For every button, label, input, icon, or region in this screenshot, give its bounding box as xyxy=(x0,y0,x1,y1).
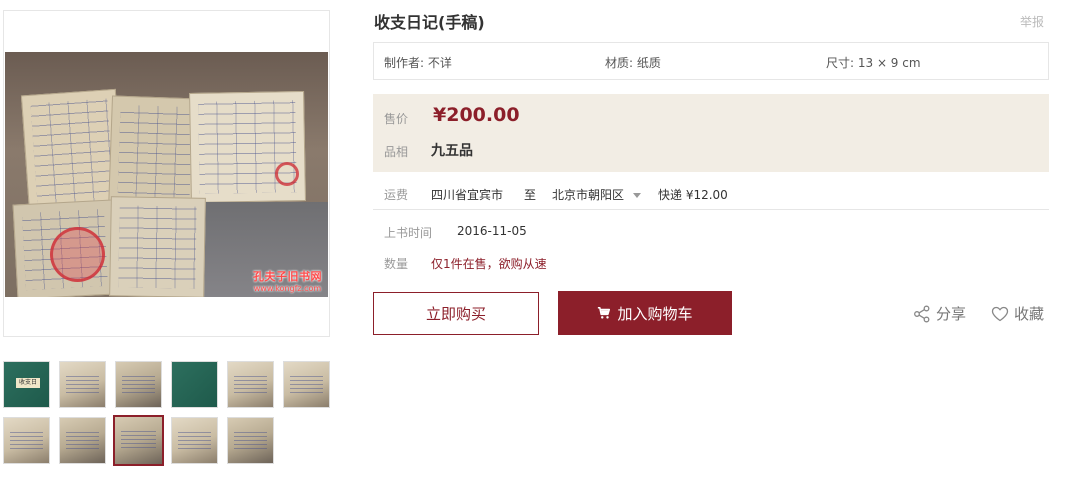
favorite-button[interactable]: 收藏 xyxy=(991,303,1044,324)
share-icon xyxy=(914,305,930,322)
ledger-page xyxy=(189,91,306,203)
share-button[interactable]: 分享 xyxy=(913,303,966,324)
shipping-row: 运费 四川省宜宾市 至 北京市朝阳区 快递 ¥12.00 xyxy=(373,184,1049,210)
shipping-label: 运费 xyxy=(384,188,409,202)
grade-value: 九五品 xyxy=(431,143,473,159)
listing-date-value: 2016-11-05 xyxy=(457,224,527,238)
add-to-cart-label: 加入购物车 xyxy=(617,304,693,323)
quantity-label: 数量 xyxy=(384,257,409,271)
share-label: 分享 xyxy=(936,305,967,323)
thumbnail[interactable] xyxy=(59,417,106,464)
thumbnail[interactable] xyxy=(171,417,218,464)
chevron-down-icon xyxy=(632,193,641,198)
thumbnail-selected[interactable] xyxy=(113,415,164,466)
ship-from: 四川省宜宾市 xyxy=(431,188,504,202)
thumbnail[interactable] xyxy=(59,361,106,408)
product-title: 收支日记(手稿) xyxy=(374,13,485,32)
attribute-maker: 制作者: 不详 xyxy=(384,56,452,70)
cart-icon xyxy=(598,306,611,319)
buy-now-button[interactable]: 立即购买 xyxy=(373,292,539,335)
ship-to-label: 至 xyxy=(524,188,537,202)
add-to-cart-button[interactable]: 加入购物车 xyxy=(558,291,732,335)
favorite-label: 收藏 xyxy=(1014,305,1045,323)
report-link[interactable]: 举报 xyxy=(1020,13,1044,30)
quantity-value: 仅1件在售，欲购从速 xyxy=(431,257,547,271)
heart-icon xyxy=(991,306,1009,321)
product-photo: 孔夫子旧书网 www.kongfz.com xyxy=(5,52,328,297)
attribute-material: 材质: 纸质 xyxy=(605,56,661,70)
attribute-box: 制作者: 不详 材质: 纸质 尺寸: 13 × 9 cm xyxy=(373,42,1049,80)
thumbnail[interactable] xyxy=(227,361,274,408)
thumbnail[interactable] xyxy=(171,361,218,408)
price-value: ¥200.00 xyxy=(433,104,520,126)
thumbnail-label: 收支日 xyxy=(16,378,40,388)
grade-label: 品相 xyxy=(384,145,409,159)
red-seal-stamp xyxy=(275,162,299,186)
ship-to-select[interactable]: 北京市朝阳区 xyxy=(552,186,641,203)
price-label: 售价 xyxy=(384,112,409,126)
ledger-page xyxy=(109,196,206,297)
thumbnail[interactable] xyxy=(115,361,162,408)
ship-method: 快递 ¥12.00 xyxy=(658,188,728,202)
watermark-url: www.kongfz.com xyxy=(253,284,322,293)
thumbnail[interactable] xyxy=(3,417,50,464)
red-seal-stamp xyxy=(50,227,105,282)
site-watermark: 孔夫子旧书网 www.kongfz.com xyxy=(253,268,322,293)
price-panel: 售价 ¥200.00 品相 九五品 xyxy=(373,94,1049,172)
main-product-image[interactable]: 孔夫子旧书网 www.kongfz.com xyxy=(3,10,330,337)
ship-to-value: 北京市朝阳区 xyxy=(552,188,625,202)
thumbnail[interactable] xyxy=(283,361,330,408)
attribute-size: 尺寸: 13 × 9 cm xyxy=(826,56,921,70)
listing-date-label: 上书时间 xyxy=(384,226,433,240)
thumbnail[interactable]: 收支日 xyxy=(3,361,50,408)
watermark-text: 孔夫子旧书网 xyxy=(253,270,322,283)
thumbnail[interactable] xyxy=(227,417,274,464)
